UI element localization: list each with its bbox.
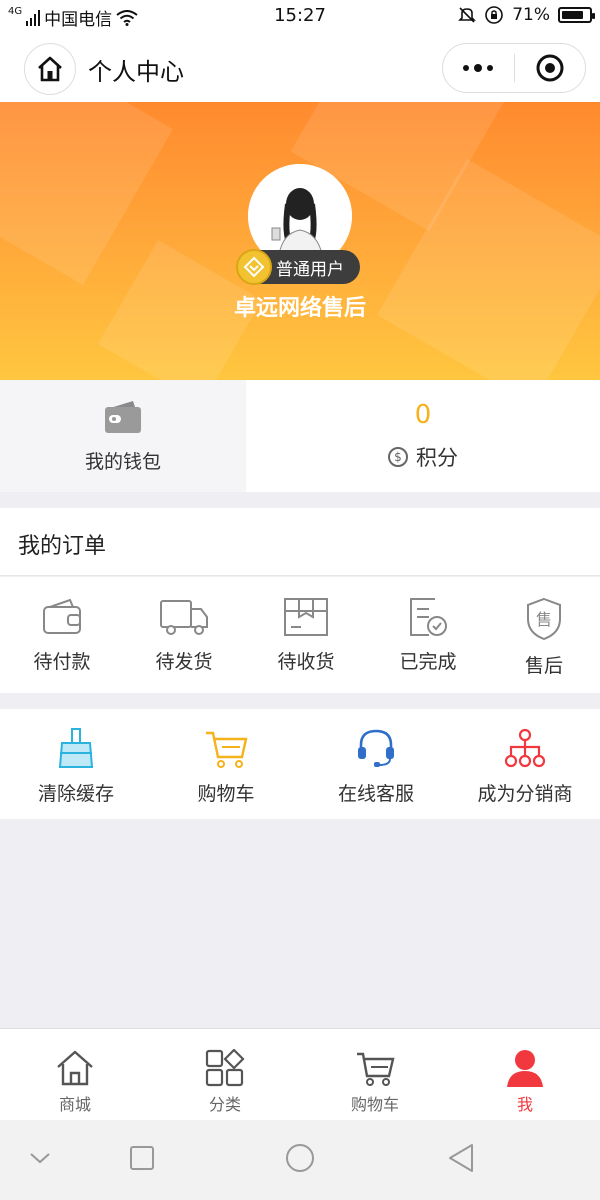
recents-button[interactable] [128, 1144, 156, 1176]
order-label: 已完成 [399, 651, 457, 673]
status-bar: 4G 中国电信 15:27 71% [0, 0, 600, 34]
page-title: 个人中心 [88, 58, 184, 86]
user-level-badge: 普通用户 [236, 249, 360, 285]
tab-cart[interactable]: 购物车 [300, 1029, 450, 1121]
chevron-down-icon [30, 1153, 50, 1164]
back-button[interactable] [446, 1142, 476, 1178]
home-icon [57, 1050, 93, 1086]
more-icon [463, 64, 494, 72]
tab-label: 分类 [208, 1095, 241, 1114]
shield-sale-icon: 售 [527, 597, 561, 641]
mini-program-capsule [442, 43, 586, 93]
home-icon [38, 56, 62, 82]
battery-icon [558, 7, 595, 23]
network-icon [504, 728, 546, 768]
order-label: 待发货 [155, 651, 213, 673]
tab-bar: 商城 分类 购物车 我 [0, 1028, 600, 1120]
wallet-points-row: 我的钱包 0 $ 积分 [0, 380, 600, 492]
order-after-sales[interactable]: 售 售后 [516, 577, 572, 693]
points-value: 0 [414, 400, 432, 430]
user-icon [507, 1050, 543, 1087]
order-pending-receipt[interactable]: 待收货 [274, 577, 338, 693]
tab-label: 商城 [58, 1095, 91, 1114]
truck-icon [160, 600, 208, 635]
order-label: 售后 [524, 655, 563, 677]
order-status-row: 待付款 待发货 待收货 已完成 售 售后 [0, 577, 600, 693]
nav-bar: 个人中心 [0, 34, 600, 102]
order-label: 待付款 [33, 651, 91, 673]
cart-icon [357, 1052, 395, 1086]
wallet-label: 我的钱包 [84, 450, 161, 473]
tool-label: 购物车 [197, 783, 255, 805]
tab-mall[interactable]: 商城 [0, 1029, 150, 1121]
order-label: 待收货 [277, 651, 335, 673]
back-triangle-icon [449, 1144, 473, 1172]
tab-category[interactable]: 分类 [150, 1029, 300, 1121]
order-pending-payment[interactable]: 待付款 [30, 577, 94, 693]
close-miniprogram-button[interactable] [515, 43, 586, 93]
wallet-icon [105, 400, 141, 433]
points-label: 积分 [416, 446, 458, 470]
target-icon [536, 54, 564, 82]
checklist-icon [410, 598, 447, 636]
system-nav-bar [0, 1120, 600, 1200]
shopping-cart-button[interactable]: 购物车 [176, 709, 276, 819]
wallet-icon [43, 598, 81, 634]
online-service-button[interactable]: 在线客服 [326, 709, 426, 819]
tool-label: 在线客服 [337, 783, 414, 805]
clear-cache-button[interactable]: 清除缓存 [26, 709, 126, 819]
battery-percent: 71% [512, 5, 550, 25]
headset-icon [358, 729, 394, 767]
tab-label: 我 [516, 1095, 533, 1114]
my-orders-title: 我的订单 [18, 534, 107, 559]
svg-text:售: 售 [536, 610, 552, 629]
system-home-button[interactable] [284, 1142, 316, 1178]
status-right: 71% [458, 5, 595, 25]
rotation-lock-icon [485, 6, 504, 24]
order-pending-shipment[interactable]: 待发货 [152, 577, 216, 693]
profile-header: 普通用户 卓远网络售后 [0, 102, 600, 380]
hide-nav-button[interactable] [28, 1150, 52, 1170]
tools-row: 清除缓存 购物车 在线客服 成为分销商 [0, 709, 600, 819]
order-completed[interactable]: 已完成 [396, 577, 460, 693]
broom-icon [58, 728, 94, 768]
category-icon [205, 1049, 245, 1087]
medal-icon [236, 249, 272, 285]
mute-icon [458, 7, 477, 23]
username: 卓远网络售后 [233, 296, 366, 321]
more-button[interactable] [443, 43, 514, 93]
tool-label: 成为分销商 [477, 783, 573, 805]
tool-label: 清除缓存 [37, 783, 114, 805]
become-distributor-button[interactable]: 成为分销商 [470, 709, 580, 819]
tab-label: 购物车 [350, 1095, 399, 1114]
tab-me[interactable]: 我 [450, 1029, 600, 1121]
square-icon [130, 1146, 154, 1170]
circle-icon [286, 1144, 314, 1172]
dollar-icon: $ [388, 447, 408, 467]
cart-icon [206, 731, 248, 768]
package-icon [284, 598, 328, 636]
my-wallet-button[interactable]: 我的钱包 [0, 380, 246, 492]
user-level-label: 普通用户 [276, 259, 344, 280]
my-orders-header[interactable]: 我的订单 [0, 508, 600, 576]
home-button[interactable] [24, 43, 76, 95]
points-button[interactable]: 0 $ 积分 [246, 380, 600, 492]
